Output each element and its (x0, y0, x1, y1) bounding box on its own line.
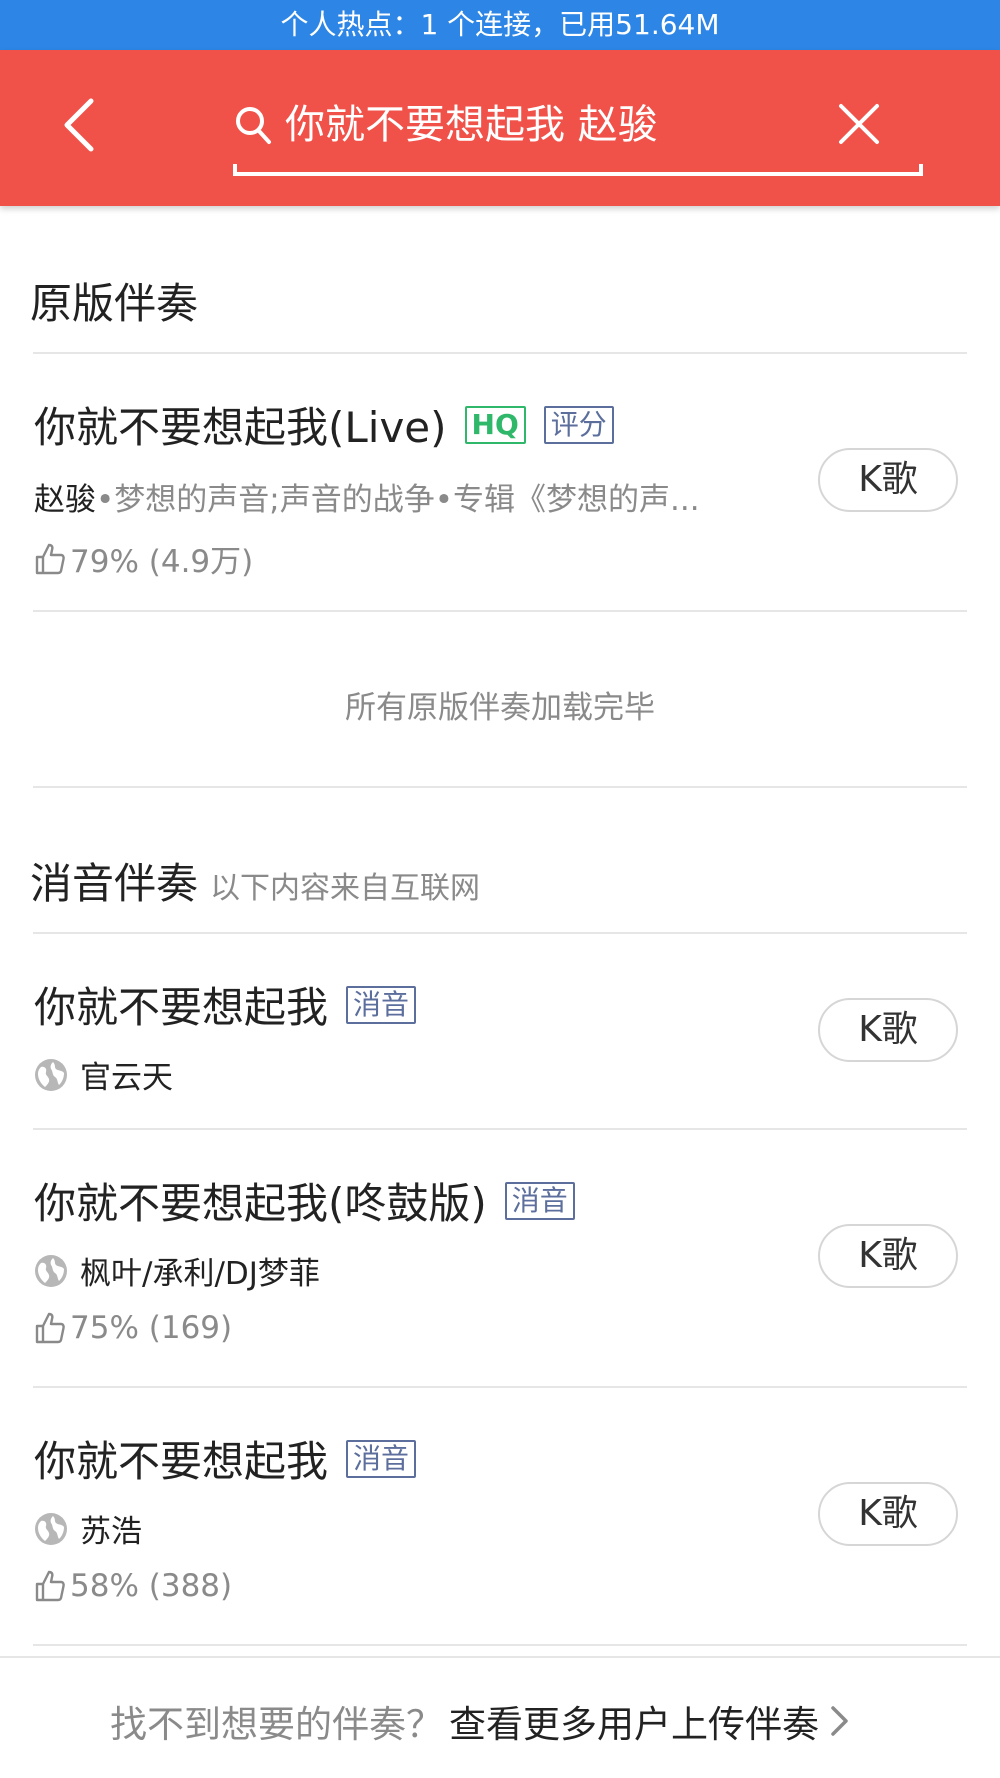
song-meta: 枫叶/承利/DJ梦菲 (34, 1248, 320, 1293)
song-row-muted-2[interactable]: 你就不要想起我(咚鼓版) 消音 枫叶/承利/DJ梦菲 75% (169) K歌 (0, 1130, 1000, 1386)
song-meta: 苏浩 (34, 1506, 142, 1551)
song-rating: 79% (4.9万) (34, 536, 253, 581)
song-title-text: 你就不要想起我 (34, 1437, 329, 1486)
song-title: 你就不要想起我 消音 (34, 974, 417, 1035)
section-subtitle: 以下内容来自互联网 (210, 871, 481, 906)
search-icon (236, 107, 271, 144)
back-arrow-icon (64, 98, 94, 152)
rating-text: 75% (169) (70, 1310, 233, 1346)
song-title-text: 你就不要想起我(咚鼓版) (34, 1179, 487, 1228)
globe-icon (35, 1254, 67, 1287)
muted-tag: 消音 (504, 1181, 575, 1220)
song-meta: 赵骏 •梦想的声音;声音的战争•专辑《梦想的声... (34, 474, 700, 519)
divider (33, 786, 967, 788)
footer-prompt: 找不到想要的伴奏？ (110, 1703, 443, 1746)
k-song-button[interactable]: K歌 (818, 1224, 958, 1288)
more-user-uploads-link[interactable]: 查看更多用户上传伴奏 (449, 1694, 819, 1748)
divider (33, 1644, 967, 1646)
thumb-up-icon (35, 1570, 65, 1602)
song-title-text: 你就不要想起我 (34, 983, 329, 1032)
back-button[interactable] (44, 90, 114, 160)
globe-icon (35, 1512, 67, 1545)
song-title: 你就不要想起我 消音 (34, 1428, 417, 1489)
divider (33, 610, 967, 612)
artist-name: 官云天 (80, 1060, 173, 1096)
hq-tag: HQ (464, 405, 526, 444)
rating-text: 58% (388) (70, 1568, 233, 1604)
thumb-up-icon (35, 1312, 65, 1344)
artist-name: 苏浩 (80, 1514, 142, 1550)
album-detail: •梦想的声音;声音的战争•专辑《梦想的声... (96, 482, 700, 518)
thumb-up-icon (35, 543, 65, 574)
song-row-original-1[interactable]: 你就不要想起我(Live) HQ 评分 赵骏 •梦想的声音;声音的战争•专辑《梦… (0, 354, 1000, 610)
section-title-original: 原版伴奏 (30, 279, 199, 328)
chevron-right-icon (831, 1706, 848, 1736)
song-row-muted-1[interactable]: 你就不要想起我 消音 官云天 K歌 (0, 934, 1000, 1128)
k-song-button[interactable]: K歌 (818, 1482, 958, 1546)
song-meta: 官云天 (34, 1052, 173, 1097)
k-song-button[interactable]: K歌 (818, 998, 958, 1062)
hotspot-status-bar: 个人热点：1 个连接，已用51.64M (0, 0, 1000, 50)
artist-name: 枫叶/承利/DJ梦菲 (80, 1256, 320, 1292)
song-row-muted-3[interactable]: 你就不要想起我 消音 苏浩 58% (388) K歌 (0, 1388, 1000, 1644)
search-underline (233, 164, 923, 176)
search-input[interactable] (285, 94, 825, 156)
clear-search-button[interactable] (831, 96, 887, 152)
artist-name: 赵骏 (34, 482, 96, 518)
app-screen: 个人热点：1 个连接，已用51.64M 原版伴奏 (0, 0, 1000, 1778)
k-song-button[interactable]: K歌 (818, 448, 958, 512)
song-title: 你就不要想起我(Live) HQ 评分 (34, 394, 614, 455)
muted-tag: 消音 (346, 1439, 417, 1478)
song-rating: 75% (169) (34, 1310, 232, 1346)
section-title-text: 消音伴奏 (30, 859, 199, 908)
search-header (0, 50, 1000, 206)
footer-bar: 找不到想要的伴奏？ 查看更多用户上传伴奏 (0, 1656, 1000, 1778)
song-title: 你就不要想起我(咚鼓版) 消音 (34, 1170, 575, 1231)
muted-tag: 消音 (346, 985, 417, 1024)
search-box (233, 80, 923, 176)
globe-icon (35, 1058, 67, 1091)
footer-text: 找不到想要的伴奏？ 查看更多用户上传伴奏 (110, 1694, 851, 1748)
song-title-text: 你就不要想起我(Live) (34, 403, 447, 452)
song-rating: 58% (388) (34, 1568, 232, 1604)
all-loaded-note: 所有原版伴奏加载完毕 (345, 690, 655, 726)
rating-text: 79% (4.9万) (70, 544, 254, 580)
section-title-muted: 消音伴奏 以下内容来自互联网 (30, 850, 480, 911)
score-tag: 评分 (543, 405, 614, 444)
close-icon (839, 104, 879, 144)
